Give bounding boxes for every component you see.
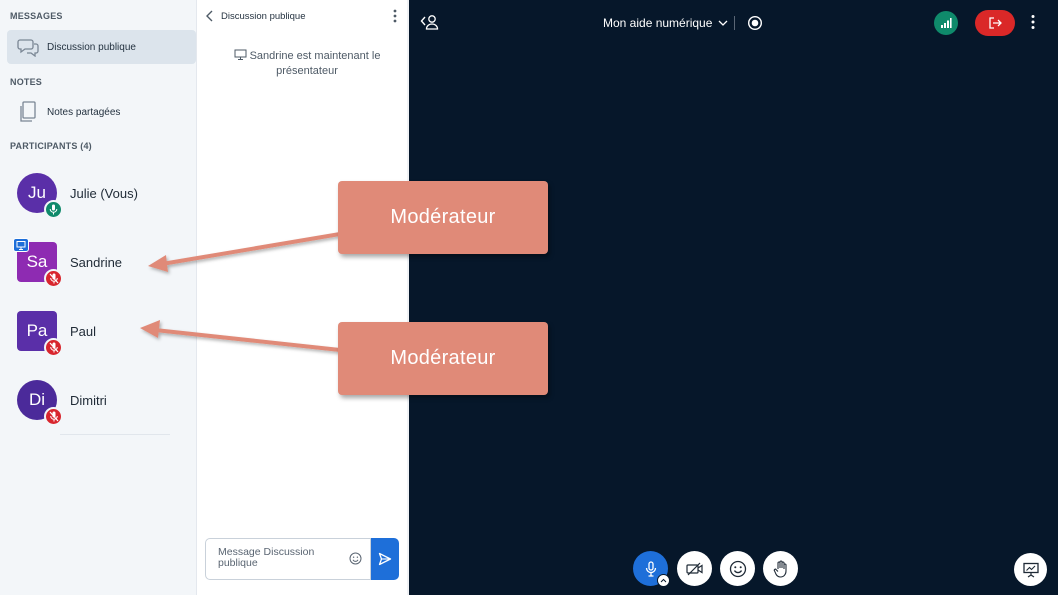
list-divider [60,434,170,435]
notes-section-title: NOTES [10,77,43,87]
chat-input-placeholder: Message Discussion publique [218,546,315,569]
connection-status-button[interactable] [934,11,958,35]
participant-name: Sandrine [70,255,123,270]
audio-options-button[interactable] [657,574,670,587]
system-message-text: Sandrine est maintenant le présentateur [249,50,381,77]
chevron-down-icon [718,20,728,26]
send-button[interactable] [371,538,399,580]
mic-on-icon [44,200,63,219]
emoji-icon[interactable] [349,552,362,570]
presenter-icon [13,238,29,252]
mic-muted-icon [44,407,63,426]
presentation-button[interactable] [1014,553,1047,586]
camera-button[interactable] [677,551,712,586]
exit-icon [989,17,1002,29]
signal-bars-icon [941,18,952,28]
microphone-icon [645,560,656,577]
raise-hand-button[interactable] [763,551,798,586]
participant-row-paul[interactable]: Pa Paul [0,311,196,371]
participant-name: Dimitri [70,393,107,408]
toggle-userlist-icon[interactable] [420,13,440,36]
presentation-icon [1022,562,1039,577]
chat-message-input[interactable]: Message Discussion publique [205,538,371,580]
sidebar-item-public-chat[interactable]: Discussion publique [7,30,196,64]
meeting-stage: Mon aide numérique [409,0,1058,595]
meeting-title-dropdown[interactable]: Mon aide numérique [603,16,728,30]
notes-document-icon [13,101,43,123]
more-vertical-icon[interactable] [1031,14,1035,35]
participant-name: Paul [70,324,97,339]
user-list-sidebar: MESSAGES Discussion publique NOTES Notes… [0,0,197,595]
chevron-left-icon[interactable] [205,9,215,28]
presentation-icon [234,49,247,60]
more-vertical-icon[interactable] [393,9,397,28]
mic-muted-icon [44,338,63,357]
participant-row-dimitri[interactable]: Di Dimitri [0,380,196,440]
participant-name: Julie (Vous) [70,186,138,201]
messages-section-title: MESSAGES [10,11,63,21]
participant-row-julie[interactable]: Ju Julie (Vous) [0,173,196,233]
chat-title: Discussion publique [221,11,306,22]
send-icon [378,552,392,566]
chat-header: Discussion publique [197,0,409,32]
chat-panel: Discussion publique Sandrine est mainten… [197,0,409,595]
sidebar-item-label: Notes partagées [47,106,121,118]
hand-icon [773,559,787,578]
header-divider [734,16,735,30]
chevron-up-icon [660,578,667,583]
sidebar-item-label: Discussion publique [47,41,136,53]
system-message: Sandrine est maintenant le présentateur [217,49,397,79]
record-icon[interactable] [747,15,763,36]
mic-muted-icon [44,269,63,288]
reactions-button[interactable] [720,551,755,586]
camera-off-icon [685,562,703,575]
participant-row-sandrine[interactable]: Sa Sandrine [0,238,196,302]
smile-icon [729,560,746,577]
moderator-callout: Modérateur [338,181,548,254]
moderator-callout: Modérateur [338,322,548,395]
participants-section-title: PARTICIPANTS (4) [10,141,92,151]
meeting-title: Mon aide numérique [603,16,713,30]
sidebar-item-shared-notes[interactable]: Notes partagées [7,95,196,129]
chat-bubbles-icon [13,37,43,57]
leave-meeting-button[interactable] [975,10,1015,36]
